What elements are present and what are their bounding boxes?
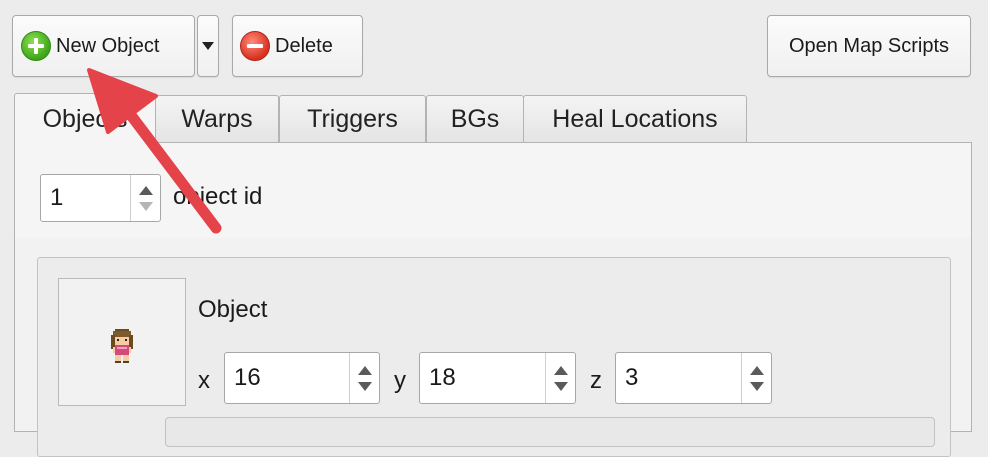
new-object-button[interactable]: New Object (12, 15, 195, 77)
object-id-label: object id (173, 183, 263, 210)
tab-label: Heal Locations (552, 105, 718, 133)
chevron-down-icon (202, 42, 214, 50)
spin-arrows[interactable] (545, 353, 575, 403)
object-title: Object (198, 296, 268, 323)
x-value[interactable]: 16 (225, 364, 349, 392)
object-id-spinbox[interactable]: 1 (40, 174, 161, 222)
spin-up-icon[interactable] (553, 365, 568, 375)
z-spinbox[interactable]: 3 (615, 352, 772, 404)
object-id-row: 1 object id (15, 143, 971, 238)
tab-bgs[interactable]: BGs (426, 95, 524, 143)
open-map-scripts-label: Open Map Scripts (788, 34, 950, 57)
x-spinbox[interactable]: 16 (224, 352, 380, 404)
npc-girl-sprite-icon (111, 329, 133, 363)
tab-warps[interactable]: Warps (155, 95, 279, 143)
new-object-label: New Object (56, 34, 160, 57)
spin-up-icon[interactable] (138, 185, 153, 195)
next-field-edge (165, 417, 935, 447)
spin-down-icon[interactable] (749, 381, 764, 391)
tab-objects[interactable]: Objects (14, 93, 156, 145)
x-label: x (198, 367, 210, 394)
tab-label: Warps (181, 105, 253, 133)
delete-button[interactable]: Delete (232, 15, 363, 77)
delete-label: Delete (275, 34, 333, 57)
spin-arrows[interactable] (741, 353, 771, 403)
plus-circle-icon (21, 31, 51, 61)
objects-tab-panel: 1 object id Object x 16 y 18 z 3 (14, 142, 972, 457)
new-object-dropdown-button[interactable] (197, 15, 219, 77)
spin-down-icon[interactable] (138, 201, 153, 211)
spin-down-icon[interactable] (357, 381, 372, 391)
z-label: z (590, 367, 602, 394)
spin-down-icon[interactable] (553, 381, 568, 391)
tab-label: Triggers (307, 105, 398, 133)
tab-label: Objects (42, 105, 128, 133)
y-label: y (394, 367, 406, 394)
open-map-scripts-button[interactable]: Open Map Scripts (767, 15, 971, 77)
spin-up-icon[interactable] (749, 365, 764, 375)
y-spinbox[interactable]: 18 (419, 352, 576, 404)
tab-triggers[interactable]: Triggers (279, 95, 426, 143)
z-value[interactable]: 3 (616, 364, 741, 392)
spin-arrows[interactable] (130, 175, 160, 221)
y-value[interactable]: 18 (420, 364, 545, 392)
object-frame: Object x 16 y 18 z 3 (37, 257, 951, 457)
spin-up-icon[interactable] (357, 365, 372, 375)
minus-circle-icon (240, 31, 270, 61)
spin-arrows[interactable] (349, 353, 379, 403)
tab-label: BGs (450, 105, 500, 133)
object-id-value[interactable]: 1 (41, 184, 130, 212)
sprite-preview[interactable] (58, 278, 186, 406)
tab-heal-locations[interactable]: Heal Locations (523, 95, 747, 143)
